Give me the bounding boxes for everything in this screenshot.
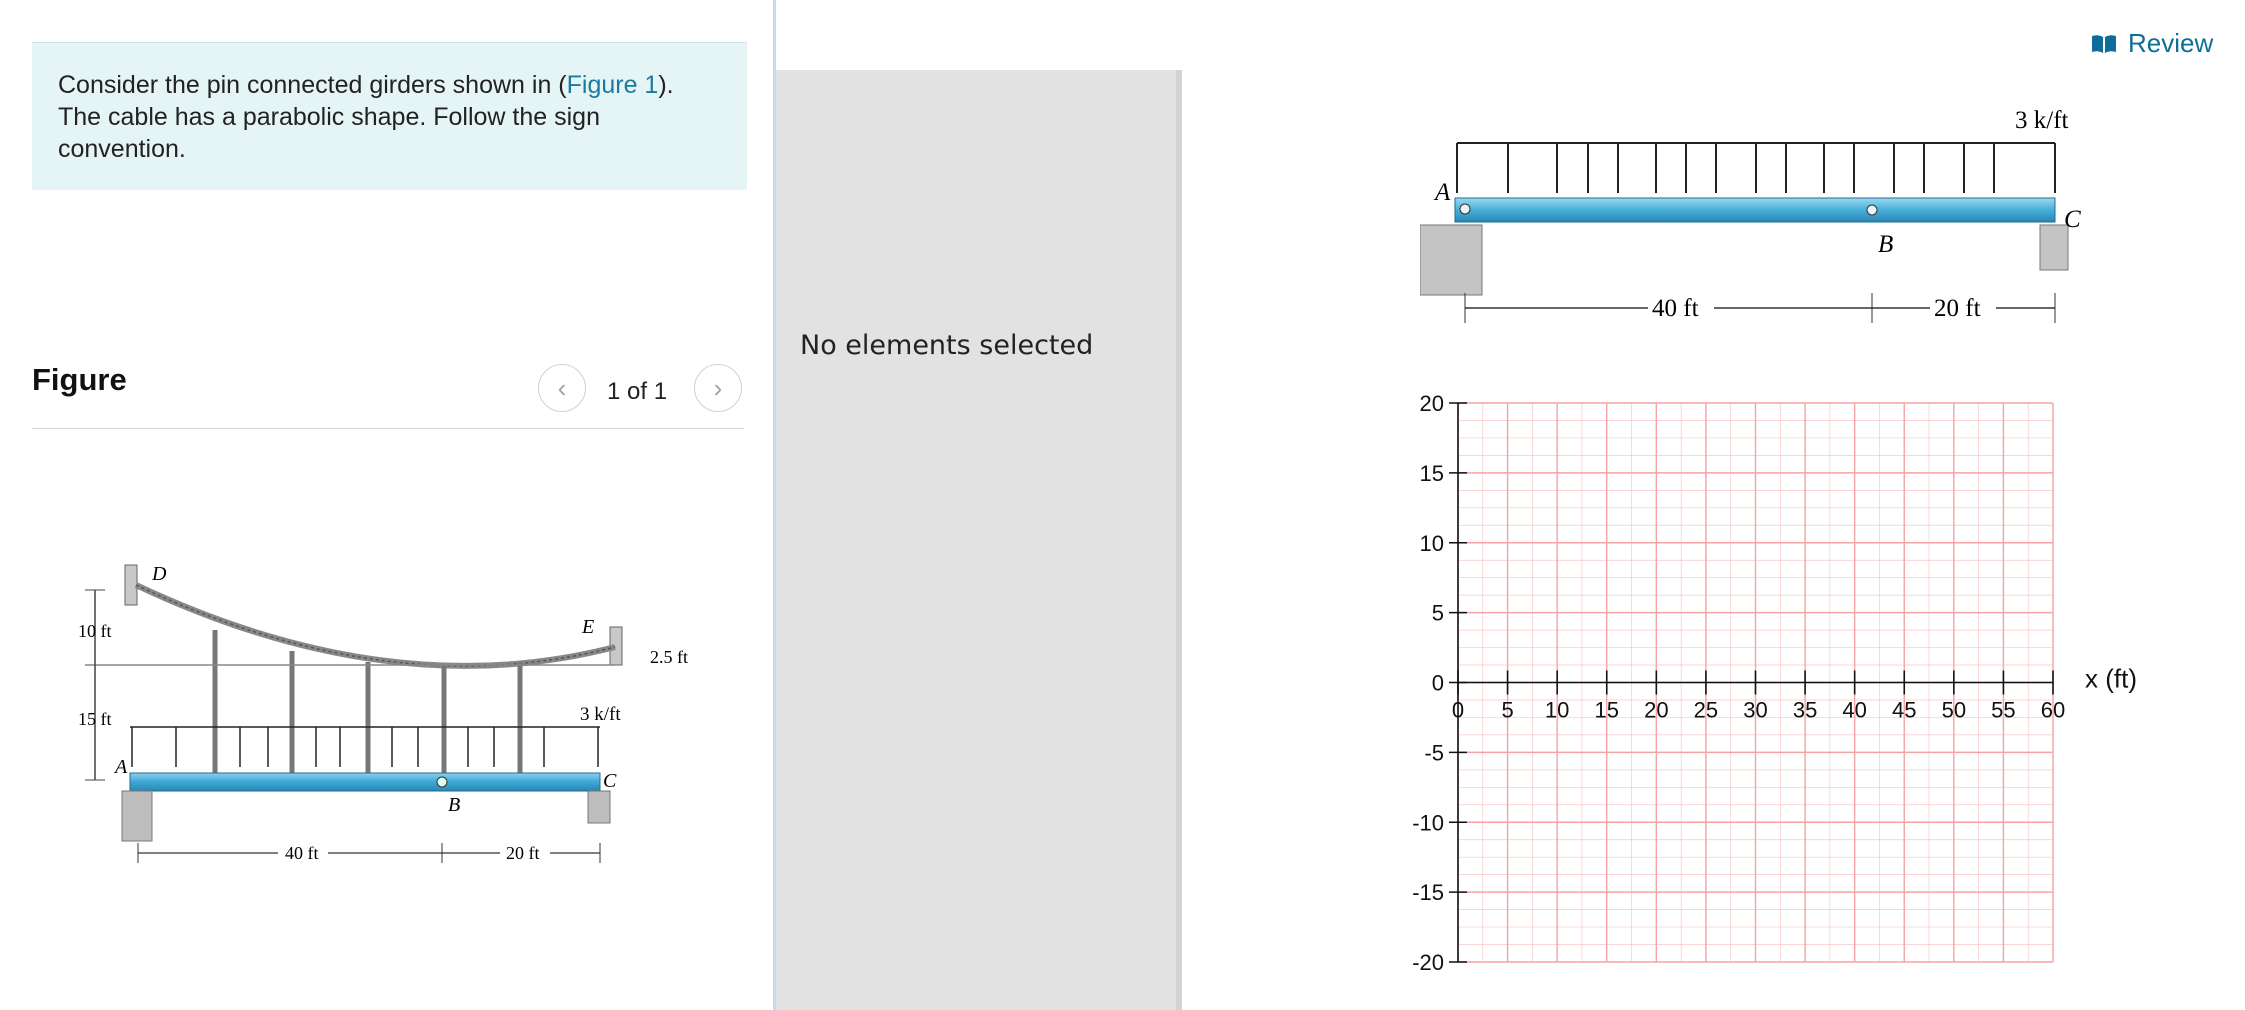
book-icon: [2092, 34, 2116, 53]
graphing-area[interactable]: 20151050-5-10-15-200 5 10 15 20 25 30 35 40 45 50 5…: [1400, 385, 2180, 985]
load-label: 3 k/ft: [2015, 107, 2069, 134]
selection-panel: [776, 70, 1176, 1010]
label-C: C: [2064, 206, 2081, 233]
y-tick-label: -20: [1412, 950, 1444, 975]
selection-status: No elements selected: [800, 330, 1094, 361]
previous-figure-button[interactable]: ‹: [538, 364, 586, 412]
support-C: [587, 790, 611, 824]
dim-15ft-label: 15 ft: [78, 709, 112, 729]
x-tick-label: 5: [1501, 698, 1513, 723]
dim-10ft-label: 10 ft: [78, 621, 112, 641]
problem-text-before: Consider the pin connected girders shown…: [58, 71, 567, 99]
support-A: [121, 790, 153, 842]
x-tick-label: 20: [1644, 698, 1668, 723]
y-tick-label: 5: [1432, 601, 1444, 626]
pin-B: [436, 776, 448, 788]
pin-A: [1459, 203, 1471, 215]
figure-title: Figure: [32, 362, 127, 397]
y-tick-label: 15: [1420, 461, 1444, 486]
girder-beam: [1454, 197, 2056, 223]
review-label: Review: [2128, 28, 2214, 58]
figure-counter: 1 of 1: [607, 378, 668, 405]
label-A: A: [1433, 179, 1451, 206]
review-link[interactable]: Review: [2090, 28, 2213, 59]
load-arrows: [131, 727, 599, 767]
y-tick-label: -5: [1424, 740, 1444, 765]
left-pane: Consider the pin connected girders shown…: [0, 0, 773, 1010]
label-E: E: [581, 616, 594, 638]
x-tick-label: 45: [1892, 698, 1916, 723]
load-label: 3 k/ft: [580, 704, 621, 725]
y-tick-label: 20: [1420, 391, 1444, 416]
x-tick-label: 55: [1991, 698, 2015, 723]
x-tick-label: 0: [1452, 698, 1464, 723]
problem-statement: Consider the pin connected girders shown…: [32, 42, 747, 190]
x-tick-label: 10: [1545, 698, 1569, 723]
span-20ft-label: 20 ft: [1934, 295, 1981, 322]
next-figure-button[interactable]: ›: [694, 364, 742, 412]
y-tick-label: 10: [1420, 531, 1444, 556]
beam-diagram: 3 k/ft A B C 40 ft 20 ft: [1420, 107, 2081, 323]
support-A: [1420, 224, 1483, 296]
girder-cable-figure: 10 ft 15 ft 2.5 ft D E 3 k/ft A B C 40 f…: [78, 563, 688, 864]
x-tick-label: 15: [1595, 698, 1619, 723]
dim-2-5ft-label: 2.5 ft: [650, 647, 688, 667]
span-40ft-label: 40 ft: [1652, 295, 1699, 322]
figure-link[interactable]: Figure 1: [567, 71, 659, 99]
chevron-right-icon: ›: [713, 372, 723, 403]
y-tick-label: -10: [1412, 810, 1444, 835]
y-tick-label: -15: [1412, 880, 1444, 905]
girder-beam: [129, 772, 601, 792]
label-A: A: [113, 756, 128, 778]
figure-divider: [32, 428, 744, 429]
x-tick-label: 40: [1842, 698, 1866, 723]
support-D: [124, 564, 138, 606]
x-axis-label: x (ft): [2085, 664, 2137, 694]
x-tick-label: 25: [1694, 698, 1718, 723]
span-20ft-label: 20 ft: [506, 843, 540, 863]
label-C: C: [603, 770, 617, 792]
label-D: D: [151, 563, 167, 585]
selection-panel-edge: [1176, 70, 1182, 1010]
x-tick-label: 50: [1942, 698, 1966, 723]
chevron-left-icon: ‹: [557, 372, 567, 403]
x-tick-label: 60: [2041, 698, 2065, 723]
pin-B: [1866, 204, 1878, 216]
label-B: B: [1878, 231, 1893, 258]
x-tick-label: 35: [1793, 698, 1817, 723]
load-arrows: [1456, 143, 2056, 193]
cable: [134, 582, 616, 669]
y-tick-label: 0: [1432, 671, 1444, 696]
label-B: B: [448, 794, 460, 816]
x-tick-label: 30: [1743, 698, 1767, 723]
span-40ft-label: 40 ft: [285, 843, 319, 863]
